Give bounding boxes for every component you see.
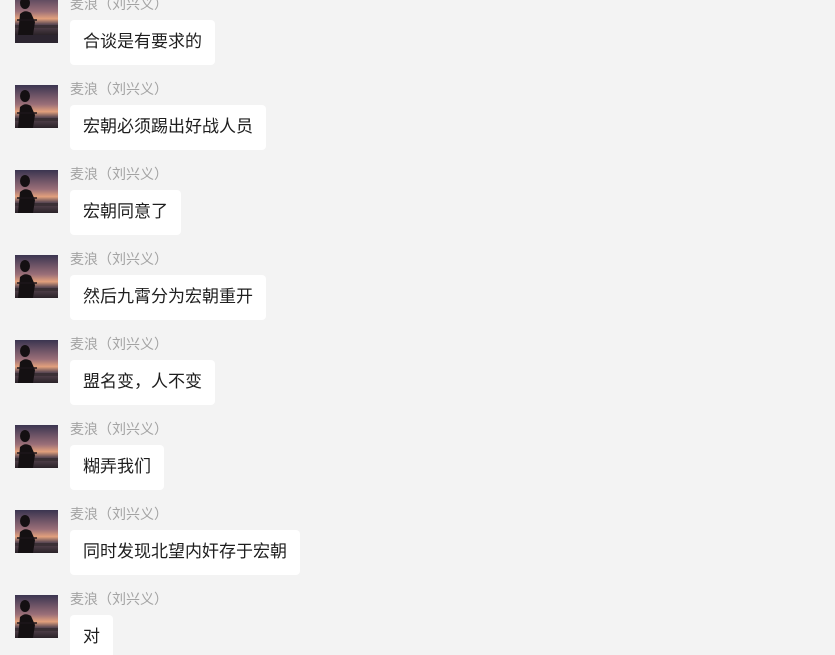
avatar[interactable] bbox=[15, 170, 58, 213]
message-item: 麦浪（刘兴义） 对 bbox=[0, 592, 835, 655]
message-item: 麦浪（刘兴义） 宏朝必须踢出好战人员 bbox=[0, 82, 835, 170]
sender-name: 麦浪（刘兴义） bbox=[70, 82, 168, 98]
sender-name: 麦浪（刘兴义） bbox=[70, 422, 168, 438]
avatar[interactable] bbox=[15, 595, 58, 638]
sender-name: 麦浪（刘兴义） bbox=[70, 252, 168, 268]
message-bubble[interactable]: 宏朝必须踢出好战人员 bbox=[70, 105, 266, 150]
message-item: 麦浪（刘兴义） 同时发现北望内奸存于宏朝 bbox=[0, 507, 835, 595]
avatar[interactable] bbox=[15, 340, 58, 383]
message-bubble[interactable]: 宏朝同意了 bbox=[70, 190, 181, 235]
message-bubble[interactable]: 合谈是有要求的 bbox=[70, 20, 215, 65]
sender-name: 麦浪（刘兴义） bbox=[70, 507, 168, 523]
message-bubble[interactable]: 然后九霄分为宏朝重开 bbox=[70, 275, 266, 320]
message-item: 麦浪（刘兴义） 合谈是有要求的 bbox=[0, 0, 835, 85]
message-bubble[interactable]: 同时发现北望内奸存于宏朝 bbox=[70, 530, 300, 575]
sender-name: 麦浪（刘兴义） bbox=[70, 167, 168, 183]
avatar[interactable] bbox=[15, 510, 58, 553]
sender-name: 麦浪（刘兴义） bbox=[70, 0, 168, 13]
message-bubble[interactable]: 糊弄我们 bbox=[70, 445, 164, 490]
message-item: 麦浪（刘兴义） 宏朝同意了 bbox=[0, 167, 835, 255]
avatar[interactable] bbox=[15, 425, 58, 468]
avatar[interactable] bbox=[15, 255, 58, 298]
chat-message-list[interactable]: 麦浪（刘兴义） 合谈是有要求的 麦浪（刘兴义） 宏朝必须踢出好战人员 麦浪（刘兴… bbox=[0, 0, 835, 655]
avatar[interactable] bbox=[15, 0, 58, 43]
sender-name: 麦浪（刘兴义） bbox=[70, 337, 168, 353]
message-item: 麦浪（刘兴义） 然后九霄分为宏朝重开 bbox=[0, 252, 835, 340]
message-item: 麦浪（刘兴义） 糊弄我们 bbox=[0, 422, 835, 510]
message-item: 麦浪（刘兴义） 盟名变，人不变 bbox=[0, 337, 835, 425]
message-bubble[interactable]: 盟名变，人不变 bbox=[70, 360, 215, 405]
sender-name: 麦浪（刘兴义） bbox=[70, 592, 168, 608]
avatar[interactable] bbox=[15, 85, 58, 128]
message-bubble[interactable]: 对 bbox=[70, 615, 113, 655]
